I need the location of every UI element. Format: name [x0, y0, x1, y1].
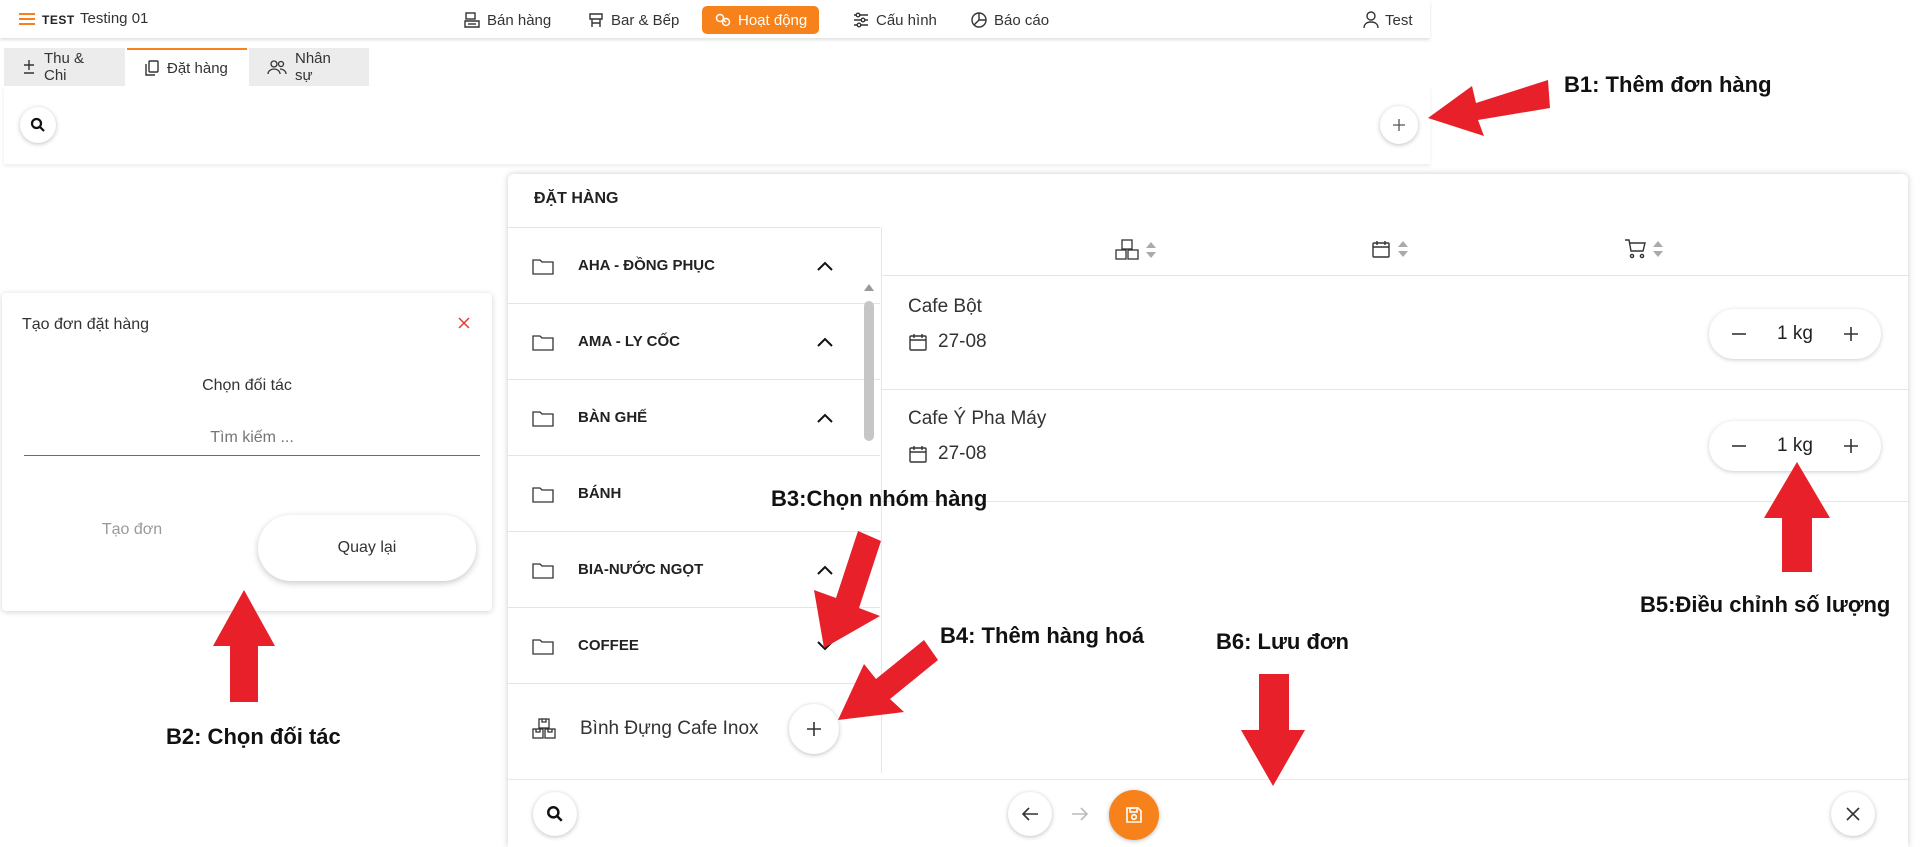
- annotation-b5: B5:Điều chỉnh số lượng: [1640, 592, 1891, 617]
- annotation-b6: B6: Lưu đơn: [1216, 629, 1349, 654]
- arrow-b2: [213, 590, 275, 702]
- annotation-b2: B2: Chọn đối tác: [166, 724, 341, 749]
- annotation-arrows: [213, 80, 1830, 786]
- arrow-b6: [1241, 674, 1305, 786]
- arrow-b1: [1428, 80, 1550, 136]
- arrow-b3: [814, 531, 881, 648]
- annotation-b3: B3:Chọn nhóm hàng: [771, 486, 988, 511]
- annotation-b1: B1: Thêm đơn hàng: [1564, 72, 1772, 97]
- annotation-b4: B4: Thêm hàng hoá: [940, 623, 1145, 648]
- arrow-b4: [838, 640, 938, 720]
- arrow-b5: [1764, 462, 1830, 572]
